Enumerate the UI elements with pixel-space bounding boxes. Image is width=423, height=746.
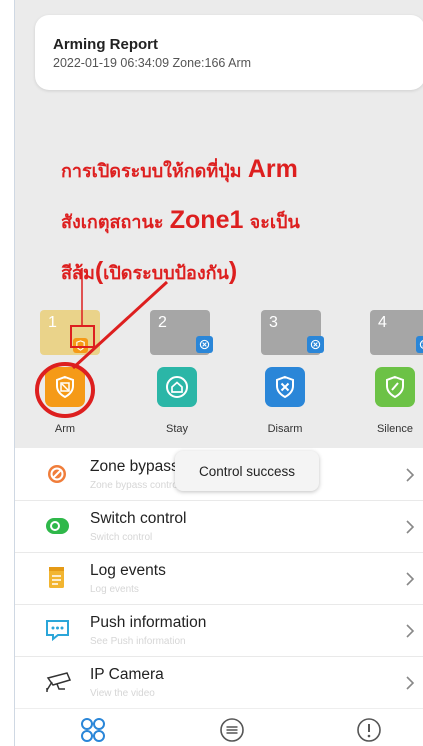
chevron-right-icon — [406, 572, 415, 586]
tab-home-grid-icon[interactable] — [79, 716, 107, 744]
toast-message: Control success — [175, 451, 319, 491]
arm-label: Arm — [54, 423, 76, 435]
annotation-text: จะเป็น — [249, 212, 300, 233]
shield-mute-icon — [386, 375, 404, 399]
arming-report-card[interactable]: Arming Report 2022-01-19 06:34:09 Zone:1… — [35, 15, 423, 90]
zone-number: 1 — [48, 314, 57, 331]
toggle-switch-icon — [46, 518, 69, 534]
annotation-line-2: สังเกตุสถานะ Zone1 จะเป็น — [61, 196, 421, 247]
menu-item-title: Push information — [90, 614, 207, 631]
silence-label: Silence — [376, 423, 414, 435]
zone-number: 4 — [378, 314, 387, 331]
stay-button[interactable] — [157, 367, 197, 407]
menu-item-subtitle: View the video — [90, 688, 155, 699]
instruction-annotation: การเปิดระบบให้กดที่ปุ่ม Arm สังเกตุสถานะ… — [61, 145, 421, 298]
zone-number: 3 — [269, 314, 278, 331]
annotation-line-1: การเปิดระบบให้กดที่ปุ่ม Arm — [61, 145, 421, 196]
annotation-text: เปิดระบบป้องกัน — [103, 263, 229, 284]
zone-disarm-badge-icon — [196, 336, 213, 353]
cctv-camera-icon — [46, 672, 72, 692]
menu-item-title: IP Camera — [90, 666, 164, 683]
zone-disarm-badge-icon — [307, 336, 324, 353]
zone-number: 2 — [158, 314, 167, 331]
menu-item-log-events[interactable]: Log events Log events — [15, 552, 423, 605]
annotation-zone-word: Zone1 — [169, 206, 244, 234]
zone-tile-3[interactable]: 3 — [261, 310, 324, 355]
chat-bubble-icon — [46, 620, 69, 642]
menu-item-title: Zone bypass — [90, 458, 179, 475]
annotation-paren: ( — [94, 257, 104, 285]
menu-item-title: Log events — [90, 562, 166, 579]
arm-button[interactable] — [45, 367, 85, 407]
report-title: Arming Report — [53, 36, 158, 53]
prohibit-icon — [48, 465, 66, 483]
disarm-button[interactable] — [265, 367, 305, 407]
shield-arm-icon — [56, 375, 74, 399]
report-detail: 2022-01-19 06:34:09 Zone:166 Arm — [53, 56, 252, 70]
bottom-tab-bar — [15, 708, 423, 746]
chevron-right-icon — [406, 520, 415, 534]
tab-list-icon[interactable] — [218, 716, 246, 744]
zone-tile-4[interactable]: 4 — [370, 310, 423, 355]
app-screen: Arming Report 2022-01-19 06:34:09 Zone:1… — [14, 0, 423, 746]
annotation-text: สีส้ม — [61, 263, 95, 284]
tab-info-alert-icon[interactable] — [355, 716, 383, 744]
menu-item-subtitle: Log events — [90, 584, 139, 595]
annotation-text: การเปิดระบบให้กดที่ปุ่ม — [61, 161, 242, 182]
menu-item-subtitle: Switch control — [90, 532, 153, 543]
silence-button[interactable] — [375, 367, 415, 407]
annotation-arm-word: Arm — [247, 155, 298, 183]
disarm-label: Disarm — [267, 423, 303, 435]
annotation-text: สังเกตุสถานะ — [61, 212, 164, 233]
chevron-right-icon — [406, 676, 415, 690]
shield-x-icon — [276, 375, 294, 399]
menu-item-ip-camera[interactable]: IP Camera View the video — [15, 656, 423, 709]
menu-item-title: Switch control — [90, 510, 187, 527]
zone-tile-1[interactable]: 1 — [40, 310, 100, 355]
zone-armed-badge-icon — [73, 338, 88, 353]
chevron-right-icon — [406, 624, 415, 638]
zone-disarm-badge-icon — [416, 336, 423, 353]
stay-label: Stay — [165, 423, 188, 435]
log-notepad-icon — [49, 567, 64, 588]
zone-tile-2[interactable]: 2 — [150, 310, 213, 355]
menu-item-subtitle: Zone bypass control — [90, 480, 181, 491]
annotation-paren: ) — [228, 257, 238, 285]
menu-item-push-information[interactable]: Push information See Push information — [15, 604, 423, 657]
chevron-right-icon — [406, 468, 415, 482]
home-shield-icon — [166, 376, 188, 398]
annotation-line-3: สีส้ม(เปิดระบบป้องกัน) — [61, 247, 421, 298]
menu-item-switch-control[interactable]: Switch control Switch control — [15, 500, 423, 553]
menu-item-subtitle: See Push information — [90, 636, 186, 647]
